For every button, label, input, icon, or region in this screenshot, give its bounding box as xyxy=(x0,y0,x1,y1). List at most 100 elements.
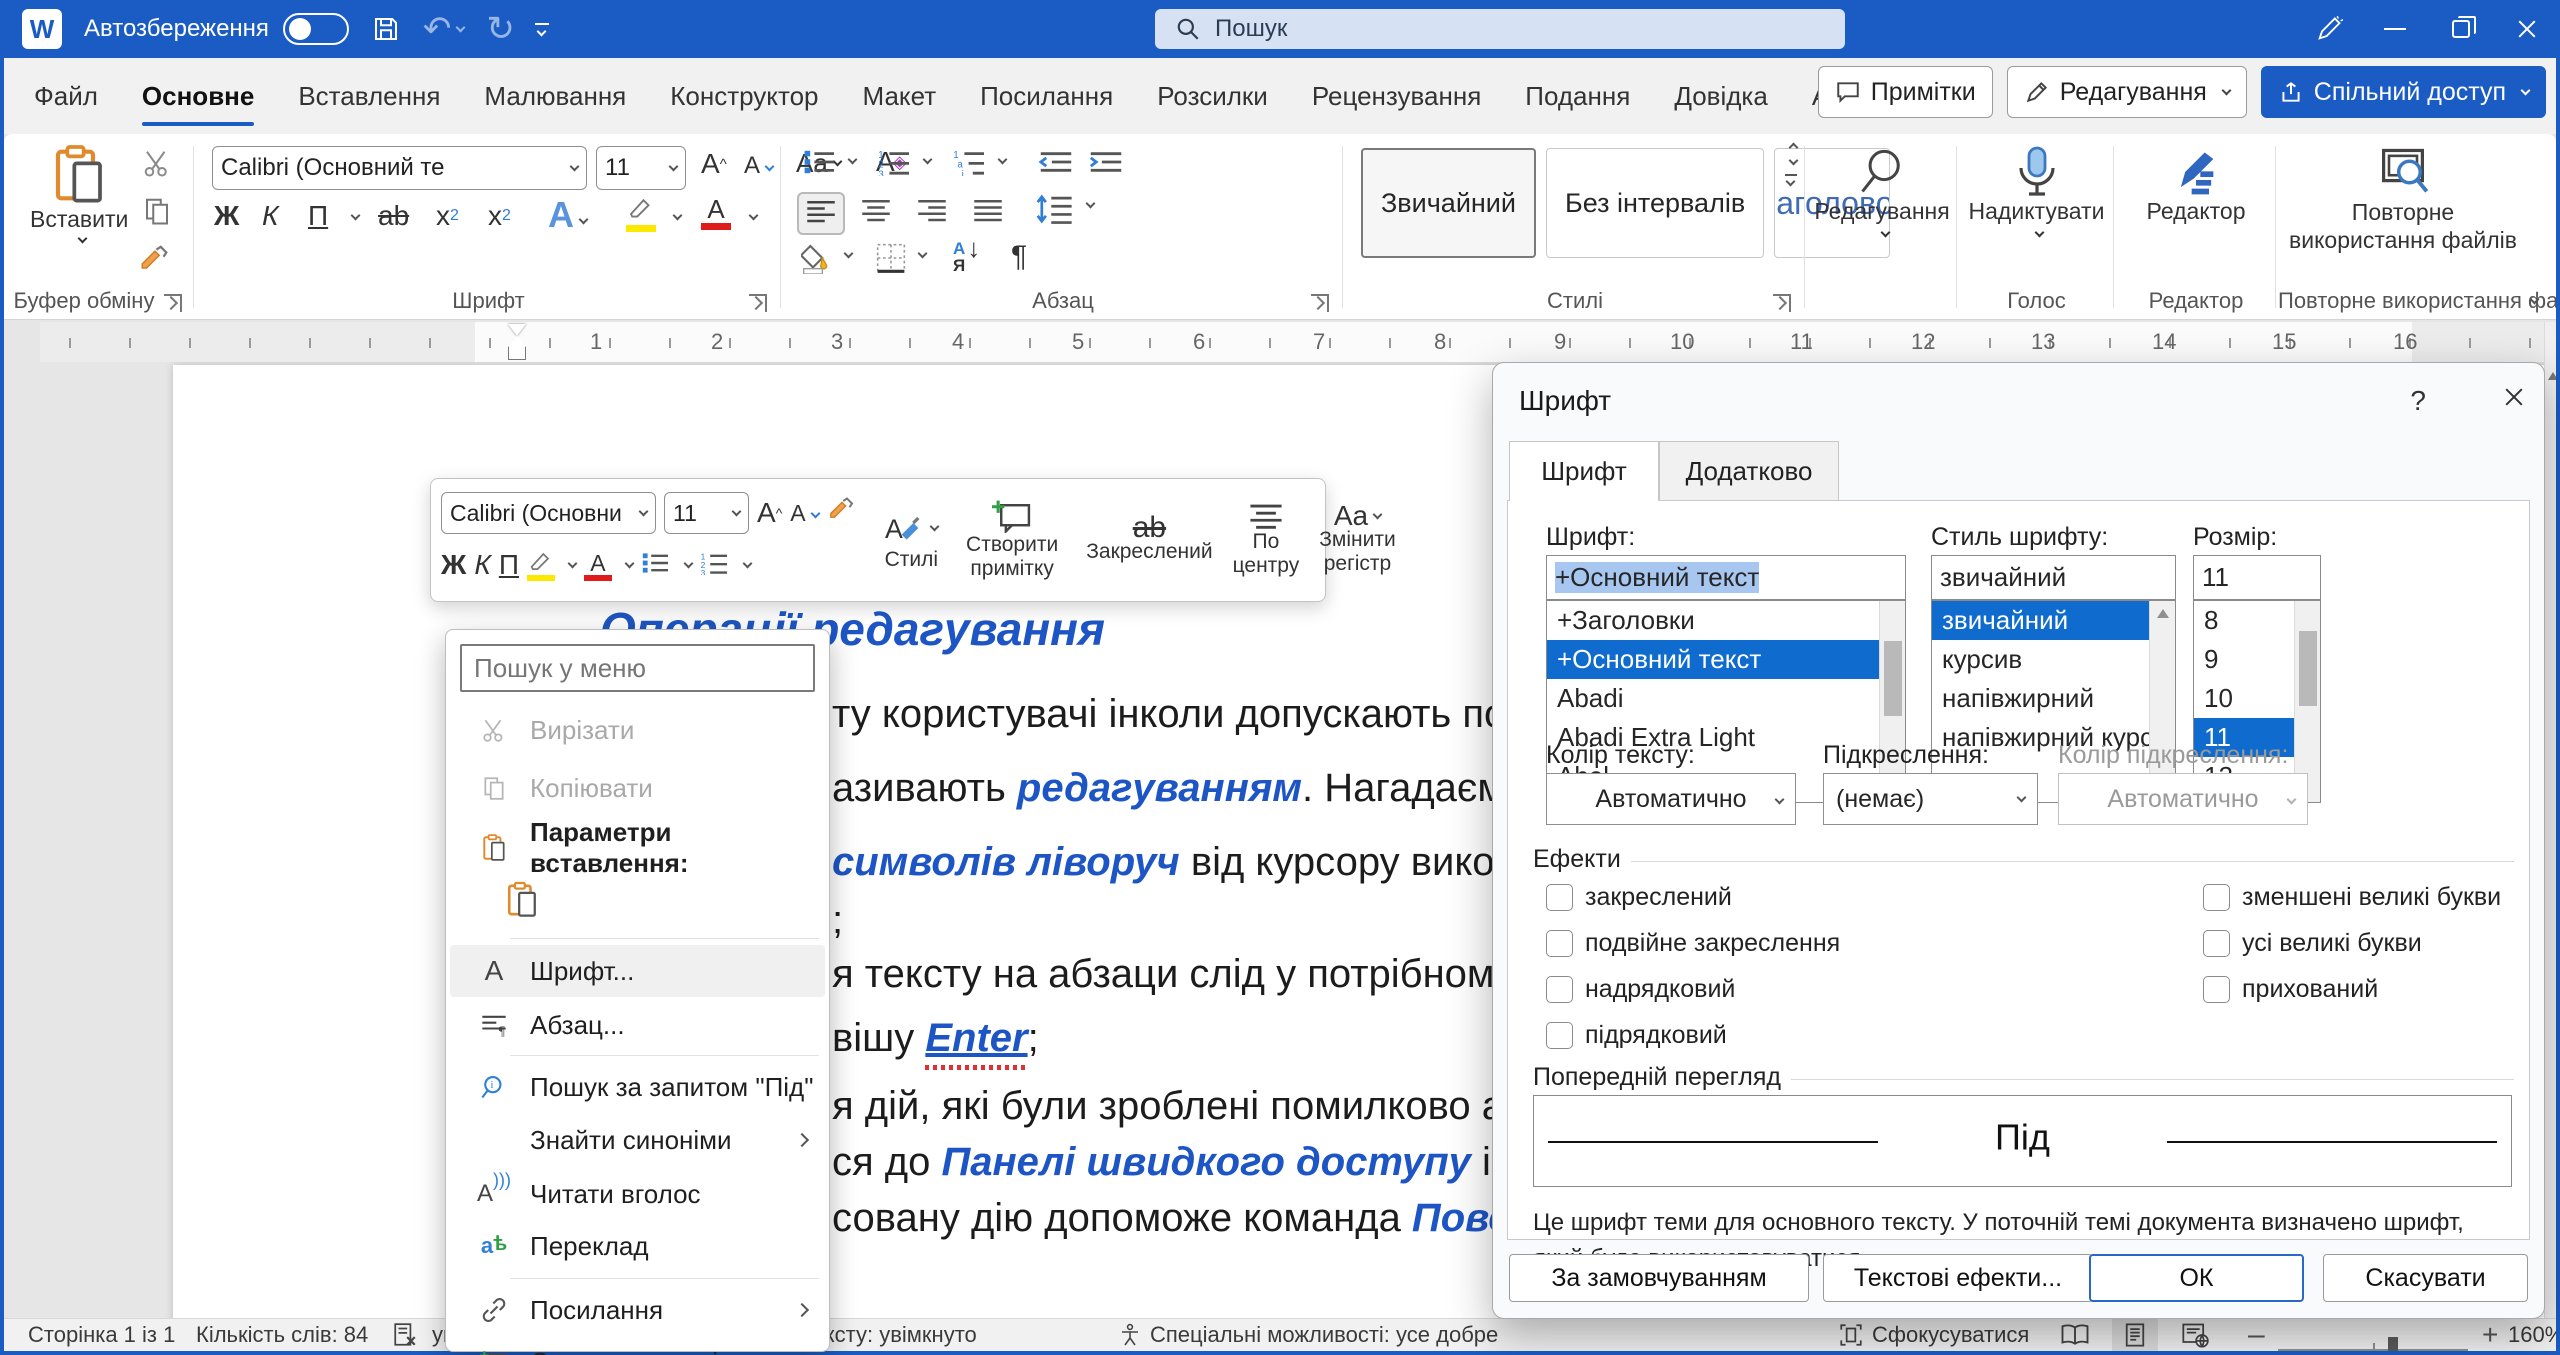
menu-item-search[interactable]: i Пошук за запитом "Під" xyxy=(450,1061,825,1113)
bullets-button[interactable] xyxy=(803,148,837,181)
ink-pen-icon[interactable] xyxy=(2296,0,2362,58)
tab-review[interactable]: Рецензування xyxy=(1302,58,1491,134)
numbering-button[interactable]: 123 xyxy=(878,148,912,181)
mini-font-size-combo[interactable]: 11 xyxy=(664,492,749,534)
font-list-scrollbar[interactable] xyxy=(1879,601,1905,802)
line-spacing-options-icon[interactable] xyxy=(1085,198,1096,209)
zoom-level[interactable]: 160% xyxy=(2508,1319,2560,1351)
style-normal[interactable]: Звичайний xyxy=(1361,148,1536,258)
cut-icon[interactable] xyxy=(142,148,172,183)
comments-button[interactable]: Примітки xyxy=(1817,66,1993,118)
styles-gallery-expand-icon[interactable] xyxy=(1784,174,1797,187)
tab-design[interactable]: Конструктор xyxy=(660,58,828,134)
mini-font-color-options-icon[interactable] xyxy=(624,558,635,568)
checkbox-double-strikethrough[interactable]: подвійне закреслення xyxy=(1546,929,1840,958)
set-default-button[interactable]: За замовчуванням xyxy=(1509,1254,1809,1302)
highlight-color-button[interactable] xyxy=(626,196,656,232)
autosave-toggle[interactable] xyxy=(282,13,349,45)
mini-strikethrough-button[interactable]: ab Закреслений xyxy=(1076,479,1222,601)
mini-font-color-button[interactable]: А xyxy=(583,550,612,581)
tab-draw[interactable]: Малювання xyxy=(474,58,636,134)
dialog-help-button[interactable]: ? xyxy=(2410,385,2426,417)
line-spacing-button[interactable] xyxy=(1035,194,1073,229)
mini-format-painter-icon[interactable] xyxy=(827,496,857,531)
menu-item-font[interactable]: A Шрифт... xyxy=(450,945,825,997)
style-list-item[interactable]: напівжирний xyxy=(1932,679,2175,718)
zoom-in-button[interactable]: + xyxy=(2482,1319,2498,1351)
save-icon[interactable] xyxy=(371,14,401,44)
text-color-dropdown[interactable]: Автоматично xyxy=(1546,773,1796,825)
sort-button[interactable]: АЯ ↓ xyxy=(953,235,980,274)
menu-item-synonyms[interactable]: Знайти синоніми xyxy=(450,1114,825,1166)
status-accessibility[interactable]: Спеціальні можливості: усе добре xyxy=(1118,1319,1498,1351)
tab-references[interactable]: Посилання xyxy=(970,58,1123,134)
font-size-input[interactable]: 11 xyxy=(2193,555,2321,600)
word-logo[interactable]: W xyxy=(22,9,62,49)
cancel-button[interactable]: Скасувати xyxy=(2323,1254,2528,1302)
checkbox-strikethrough[interactable]: закреслений xyxy=(1546,883,1732,912)
tab-file[interactable]: Файл xyxy=(24,58,108,134)
tab-layout[interactable]: Макет xyxy=(853,58,947,134)
editing-mode-button[interactable]: Редагування xyxy=(2006,66,2247,118)
bold-button[interactable]: Ж xyxy=(214,200,239,232)
menu-item-link[interactable]: Посилання xyxy=(450,1284,825,1336)
underline-style-dropdown[interactable]: (немає) xyxy=(1823,773,2038,825)
strikethrough-button[interactable]: ab xyxy=(378,200,409,232)
align-right-button[interactable] xyxy=(917,198,947,227)
tab-mailings[interactable]: Розсилки xyxy=(1147,58,1278,134)
checkbox-all-caps[interactable]: усі великі букви xyxy=(2203,929,2422,958)
share-button[interactable]: Спільний доступ xyxy=(2260,66,2546,118)
decrease-indent-button[interactable] xyxy=(1038,148,1074,181)
shrink-font-button[interactable]: A xyxy=(744,152,775,180)
font-dialog-launcher[interactable] xyxy=(749,294,767,312)
clipboard-dialog-launcher[interactable] xyxy=(164,294,182,312)
menu-item-translate[interactable]: аѣ Переклад xyxy=(450,1220,825,1272)
horizontal-ruler[interactable]: 1 2 3 4 5 6 7 8 9 10 11 12 13 14 15 16 xyxy=(40,322,2560,362)
grow-font-button[interactable]: A ^ xyxy=(701,148,727,180)
status-page[interactable]: Сторінка 1 із 1 xyxy=(28,1319,175,1351)
redo-button[interactable]: ↻ xyxy=(486,9,515,49)
checkbox-hidden[interactable]: прихований xyxy=(2203,975,2378,1004)
font-color-button[interactable]: А xyxy=(701,194,731,230)
font-name-combo[interactable]: Calibri (Основний те xyxy=(212,146,587,190)
tab-home[interactable]: Основне xyxy=(132,58,264,134)
mini-shrink-font-button[interactable]: A xyxy=(790,500,821,527)
bullets-options-icon[interactable] xyxy=(847,154,858,165)
search-input[interactable]: Пошук xyxy=(1155,9,1845,49)
status-word-count[interactable]: Кількість слів: 84 xyxy=(196,1319,368,1351)
dialog-tab-font[interactable]: Шрифт xyxy=(1509,441,1659,501)
mini-numbering-button[interactable]: 123 xyxy=(700,551,730,580)
mini-numbering-options-icon[interactable] xyxy=(742,558,753,568)
font-size-combo[interactable]: 11 xyxy=(596,146,686,190)
multilevel-list-button[interactable]: 1ai xyxy=(953,148,987,181)
tab-help[interactable]: Довідка xyxy=(1664,58,1778,134)
align-center-button[interactable] xyxy=(861,198,891,227)
dictate-button[interactable]: Надиктувати xyxy=(1965,146,2108,238)
mini-new-comment-button[interactable]: Створити примітку xyxy=(956,479,1068,601)
dialog-tab-advanced[interactable]: Додатково xyxy=(1659,441,1839,501)
reuse-files-button[interactable]: Повторне використання файлів xyxy=(2288,146,2518,254)
menu-search-input[interactable]: Пошук у меню xyxy=(460,644,815,692)
shading-options-icon[interactable] xyxy=(843,248,854,259)
editing-menu-button[interactable]: Редагування xyxy=(1814,146,1950,238)
ok-button[interactable]: ОК xyxy=(2089,1254,2304,1302)
editor-button[interactable]: Редактор xyxy=(2126,146,2266,225)
tab-insert[interactable]: Вставлення xyxy=(288,58,450,134)
underline-options-icon[interactable] xyxy=(350,210,361,221)
justify-button[interactable] xyxy=(973,198,1003,227)
multilevel-options-icon[interactable] xyxy=(997,154,1008,165)
checkbox-small-caps[interactable]: зменшені великі букви xyxy=(2203,883,2501,912)
style-list-item-selected[interactable]: звичайний xyxy=(1932,601,2175,640)
checkbox-superscript[interactable]: надрядковий xyxy=(1546,975,1735,1004)
numbering-options-icon[interactable] xyxy=(922,154,933,165)
mini-styles-button[interactable]: A Стилі xyxy=(875,479,948,601)
subscript-button[interactable]: x2 xyxy=(436,200,459,232)
menu-item-paragraph[interactable]: ¶ Абзац... xyxy=(450,999,825,1051)
minimize-button[interactable] xyxy=(2362,0,2428,58)
zoom-out-button[interactable]: – xyxy=(2248,1318,2265,1351)
tab-view[interactable]: Подання xyxy=(1515,58,1640,134)
mini-align-center-button[interactable]: По центру xyxy=(1223,479,1310,601)
mini-highlight-options-icon[interactable] xyxy=(567,558,578,568)
proofing-errors-icon[interactable] xyxy=(392,1319,418,1351)
superscript-button[interactable]: x2 xyxy=(488,200,511,232)
